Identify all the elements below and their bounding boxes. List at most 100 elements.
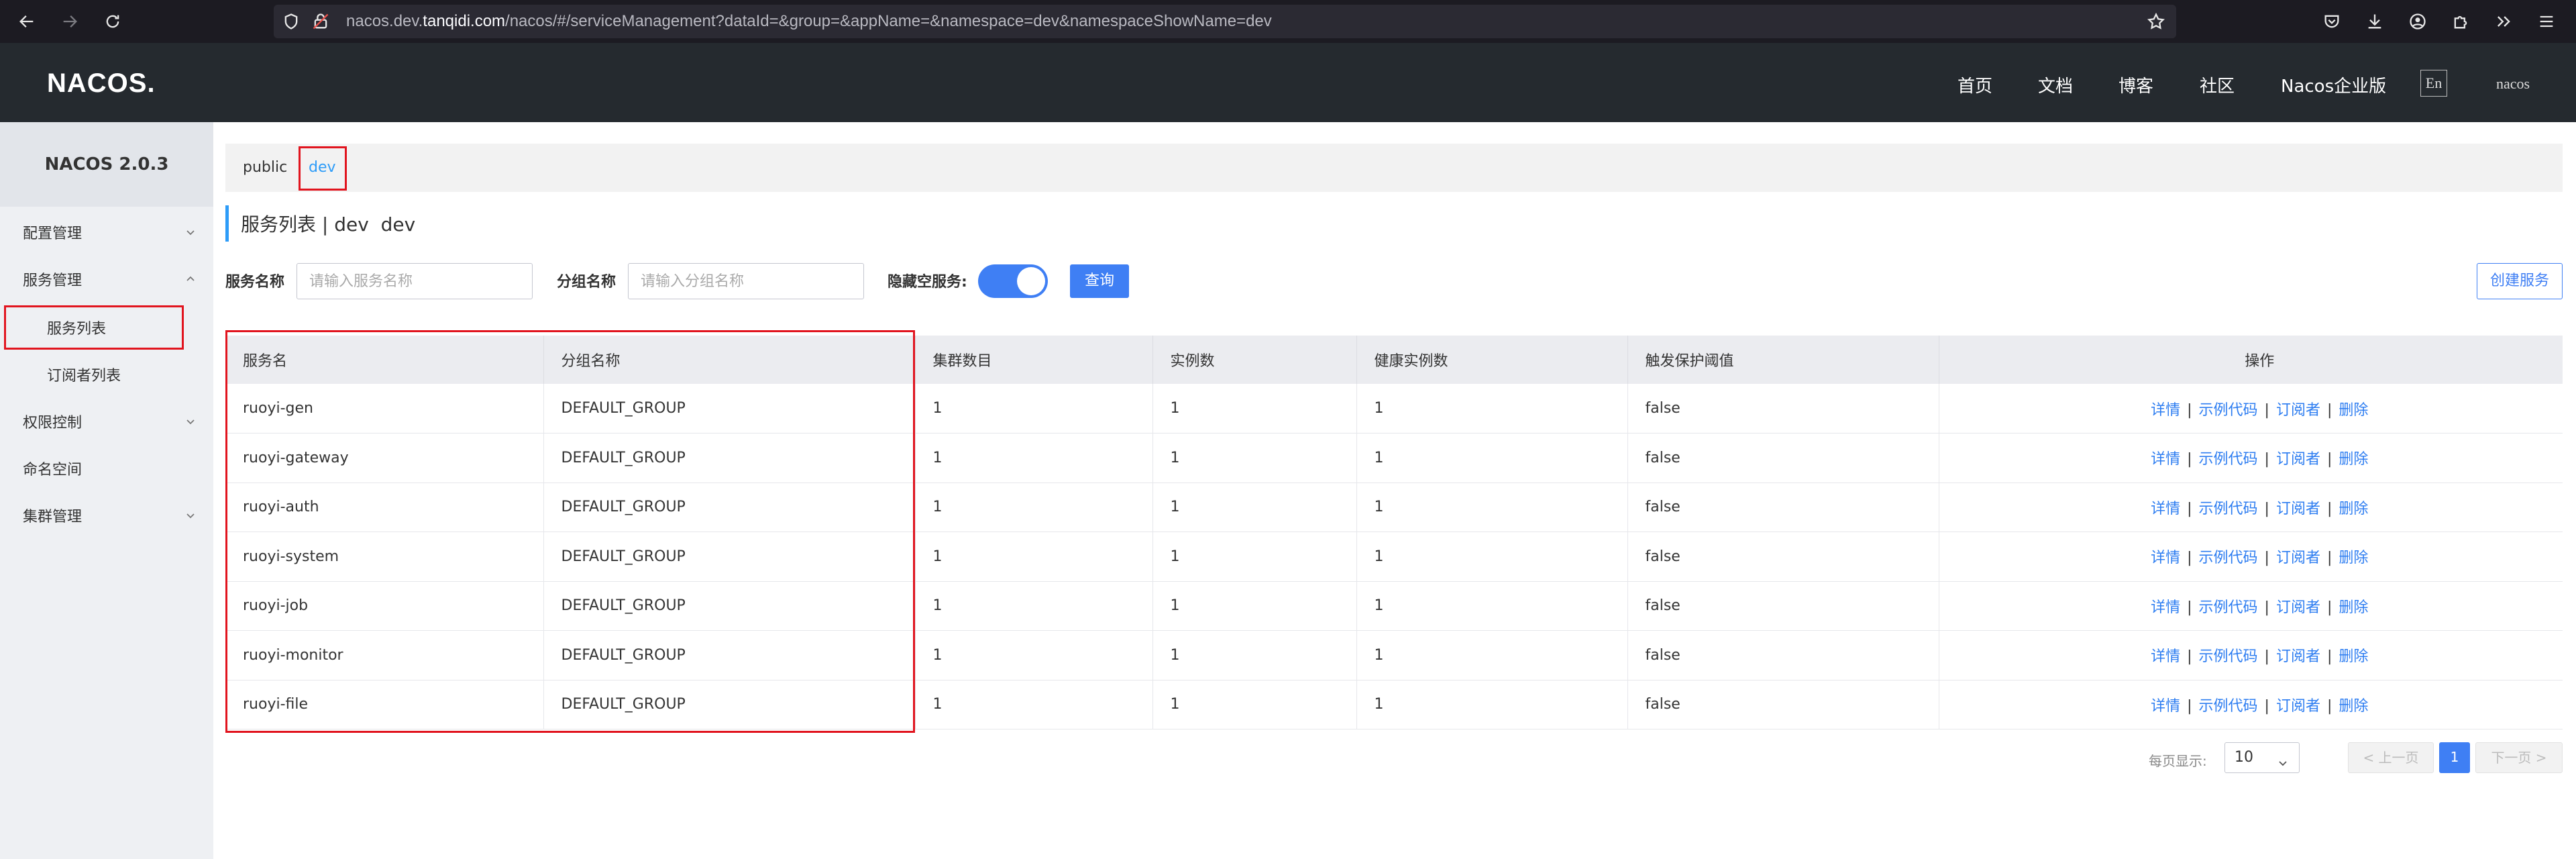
sample-code-link[interactable]: 示例代码 xyxy=(2199,501,2258,517)
page-number-button[interactable]: 1 xyxy=(2439,742,2470,773)
actions-cell: 详情 | 示例代码 | 订阅者 | 删除 xyxy=(1939,483,2563,532)
sidebar-item-namespace[interactable]: 命名空间 xyxy=(0,448,213,489)
forward-icon[interactable] xyxy=(56,8,83,35)
column-header: 操作 xyxy=(1939,336,2563,384)
table-row: ruoyi-auth DEFAULT_GROUP 1 1 1 false 详情 | 示例代码 | 订… xyxy=(225,483,2563,532)
query-button[interactable]: 查询 xyxy=(1070,264,1129,298)
namespace-tab-public[interactable]: public xyxy=(243,144,287,192)
service-name-input[interactable] xyxy=(297,263,533,299)
action-separator: | xyxy=(2326,500,2332,517)
download-icon[interactable] xyxy=(2361,8,2388,35)
group-name-label: 分组名称 xyxy=(557,274,616,291)
action-separator: | xyxy=(2187,599,2192,616)
sidebar: NACOS 2.0.3 配置管理 服务管理 服务列表 订阅者列表 权限控制 命名… xyxy=(0,122,213,859)
detail-link[interactable]: 详情 xyxy=(2151,451,2180,468)
extensions-icon[interactable] xyxy=(2447,8,2474,35)
sidebar-item-label: 集群管理 xyxy=(23,509,83,525)
lock-insecure-icon[interactable] xyxy=(311,12,330,34)
group-name-input[interactable] xyxy=(628,263,864,299)
action-separator: | xyxy=(2264,500,2269,517)
account-icon[interactable] xyxy=(2404,8,2431,35)
subscriber-link[interactable]: 订阅者 xyxy=(2276,451,2320,468)
subscriber-link[interactable]: 订阅者 xyxy=(2276,402,2320,419)
delete-link[interactable]: 删除 xyxy=(2339,501,2368,517)
reload-icon[interactable] xyxy=(99,8,126,35)
next-page-button[interactable]: 下一页 > xyxy=(2475,742,2563,773)
column-header: 分组名称 xyxy=(543,336,916,384)
table-cell: 1 xyxy=(915,532,1153,582)
url-host-prefix: nacos.dev. xyxy=(346,12,423,30)
table-cell: 1 xyxy=(1356,532,1628,582)
url-host: tanqidi.com xyxy=(423,12,506,30)
subscriber-link[interactable]: 订阅者 xyxy=(2276,599,2320,616)
sidebar-item-config-management[interactable]: 配置管理 xyxy=(0,212,213,252)
hide-empty-label: 隐藏空服务: xyxy=(888,274,967,291)
table-cell: 1 xyxy=(1152,630,1357,680)
chevron-down-icon xyxy=(184,225,197,239)
menu-icon[interactable] xyxy=(2533,8,2560,35)
actions-cell: 详情 | 示例代码 | 订阅者 | 删除 xyxy=(1939,433,2563,483)
delete-link[interactable]: 删除 xyxy=(2339,550,2368,566)
sample-code-link[interactable]: 示例代码 xyxy=(2199,550,2258,566)
hide-empty-toggle[interactable] xyxy=(978,264,1048,298)
toggle-knob xyxy=(1017,267,1045,295)
url-text[interactable]: nacos.dev.tanqidi.com/nacos/#/serviceMan… xyxy=(346,5,1272,38)
sample-code-link[interactable]: 示例代码 xyxy=(2199,648,2258,665)
table-cell: 1 xyxy=(1356,483,1628,532)
detail-link[interactable]: 详情 xyxy=(2151,402,2180,419)
subscriber-link[interactable]: 订阅者 xyxy=(2276,550,2320,566)
delete-link[interactable]: 删除 xyxy=(2339,451,2368,468)
delete-link[interactable]: 删除 xyxy=(2339,599,2368,616)
detail-link[interactable]: 详情 xyxy=(2151,648,2180,665)
detail-link[interactable]: 详情 xyxy=(2151,599,2180,616)
bookmark-star-icon[interactable] xyxy=(2147,12,2165,34)
page-size-select[interactable]: 10 xyxy=(2224,742,2300,773)
table-cell: 1 xyxy=(915,433,1153,483)
sidebar-item-service-management[interactable]: 服务管理 xyxy=(0,259,213,299)
nav-community[interactable]: 社区 xyxy=(2200,72,2235,97)
table-cell: false xyxy=(1627,532,1939,582)
shield-icon[interactable] xyxy=(282,12,301,34)
table-cell: DEFAULT_GROUP xyxy=(543,483,916,532)
action-separator: | xyxy=(2326,451,2332,468)
language-switch-button[interactable]: En xyxy=(2420,70,2447,97)
table-cell: ruoyi-gateway xyxy=(225,433,544,483)
url-bar[interactable]: nacos.dev.tanqidi.com/nacos/#/serviceMan… xyxy=(274,5,2176,38)
url-path: /nacos/#/serviceManagement?dataId=&group… xyxy=(505,12,1272,30)
pocket-icon[interactable] xyxy=(2318,8,2345,35)
sample-code-link[interactable]: 示例代码 xyxy=(2199,599,2258,616)
nav-home[interactable]: 首页 xyxy=(1957,72,1992,97)
detail-link[interactable]: 详情 xyxy=(2151,501,2180,517)
delete-link[interactable]: 删除 xyxy=(2339,698,2368,715)
nacos-logo[interactable]: NACOS. xyxy=(47,63,156,103)
sidebar-item-subscriber-list[interactable]: 订阅者列表 xyxy=(0,354,213,395)
subscriber-link[interactable]: 订阅者 xyxy=(2276,698,2320,715)
prev-page-button[interactable]: < 上一页 xyxy=(2348,742,2434,773)
delete-link[interactable]: 删除 xyxy=(2339,402,2368,419)
page-title: 服务列表 | dev dev xyxy=(241,213,416,236)
action-separator: | xyxy=(2264,401,2269,419)
detail-link[interactable]: 详情 xyxy=(2151,698,2180,715)
nav-docs[interactable]: 文档 xyxy=(2038,72,2073,97)
delete-link[interactable]: 删除 xyxy=(2339,648,2368,665)
sidebar-item-cluster-management[interactable]: 集群管理 xyxy=(0,495,213,536)
create-service-button[interactable]: 创建服务 xyxy=(2477,263,2563,299)
sample-code-link[interactable]: 示例代码 xyxy=(2199,451,2258,468)
sidebar-item-label: 命名空间 xyxy=(23,462,83,478)
sample-code-link[interactable]: 示例代码 xyxy=(2199,402,2258,419)
table-cell: 1 xyxy=(915,581,1153,631)
overflow-chevrons-icon[interactable] xyxy=(2490,8,2517,35)
back-icon[interactable] xyxy=(13,8,40,35)
sample-code-link[interactable]: 示例代码 xyxy=(2199,698,2258,715)
nav-enterprise[interactable]: Nacos企业版 xyxy=(2281,72,2386,97)
actions-cell: 详情 | 示例代码 | 订阅者 | 删除 xyxy=(1939,532,2563,582)
detail-link[interactable]: 详情 xyxy=(2151,550,2180,566)
table-row: ruoyi-gateway DEFAULT_GROUP 1 1 1 false 详情 | 示例代… xyxy=(225,433,2563,483)
column-header: 健康实例数 xyxy=(1356,336,1628,384)
subscriber-link[interactable]: 订阅者 xyxy=(2276,648,2320,665)
sidebar-item-access-control[interactable]: 权限控制 xyxy=(0,401,213,442)
user-name[interactable]: nacos xyxy=(2496,75,2530,93)
table-cell: DEFAULT_GROUP xyxy=(543,630,916,680)
subscriber-link[interactable]: 订阅者 xyxy=(2276,501,2320,517)
nav-blog[interactable]: 博客 xyxy=(2118,72,2153,97)
